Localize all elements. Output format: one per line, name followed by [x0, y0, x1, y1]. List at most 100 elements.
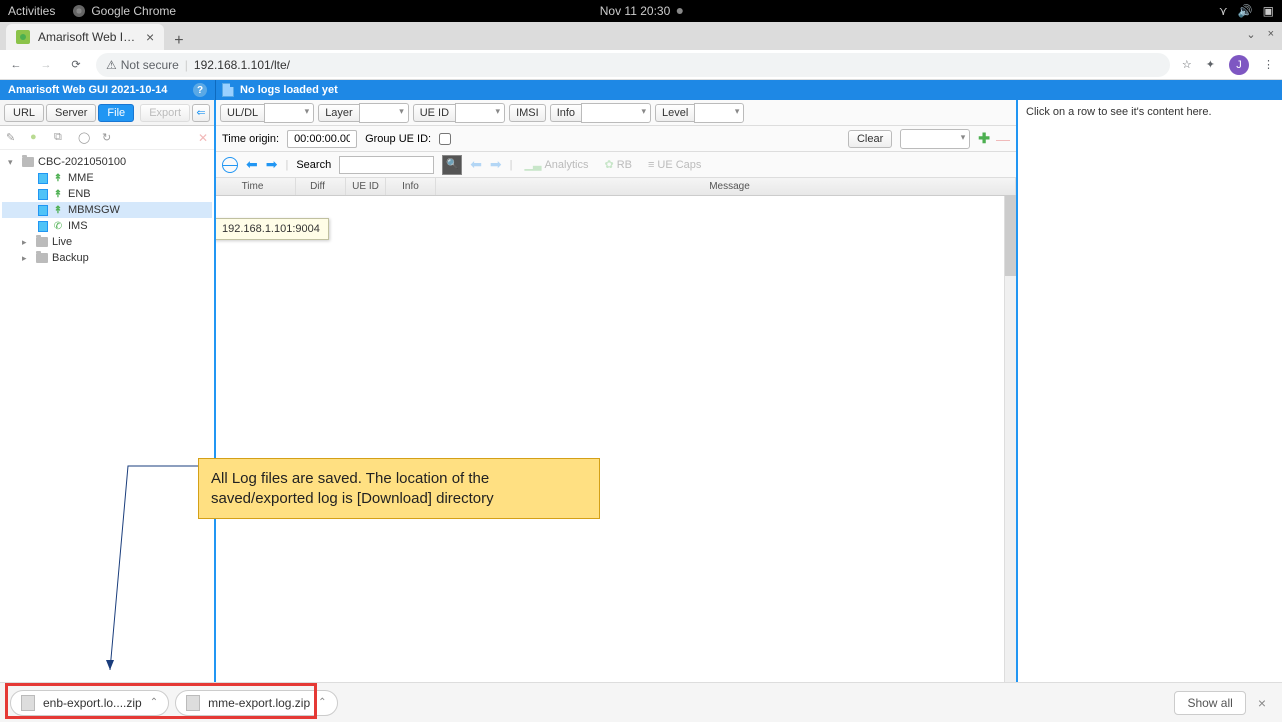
col-time[interactable]: Time: [216, 178, 296, 195]
globe-icon[interactable]: [222, 157, 238, 173]
address-bar[interactable]: ⚠ Not secure | 192.168.1.101/lte/: [96, 53, 1170, 77]
wifi-icon[interactable]: ⋎: [1219, 4, 1228, 18]
tree-label-ims: IMS: [68, 220, 88, 232]
zip-file-icon: [21, 695, 35, 711]
vertical-scrollbar[interactable]: [1004, 196, 1016, 702]
search-bar: ⬅ ➡ | Search 🔍 ⬅ ➡ | ▁▃Analytics ✿RB ≡UE…: [216, 152, 1016, 178]
new-tab-button[interactable]: +: [164, 32, 193, 50]
app-title-bar: Amarisoft Web GUI 2021-10-14 ?: [0, 80, 216, 100]
filter-level[interactable]: Level: [655, 103, 744, 123]
tree-root[interactable]: ▾ CBC-2021050100: [2, 154, 212, 170]
search-prev-icon[interactable]: ⬅: [246, 156, 258, 173]
server-icon: [38, 205, 48, 216]
filter-info-label: Info: [550, 104, 581, 122]
filter-extra-select[interactable]: [900, 129, 970, 149]
wand-icon[interactable]: ✎: [6, 131, 20, 145]
window-close-icon[interactable]: ×: [1268, 28, 1274, 41]
extensions-icon[interactable]: ✦: [1206, 58, 1215, 71]
close-downloads-icon[interactable]: ×: [1252, 695, 1272, 711]
show-all-downloads-button[interactable]: Show all: [1174, 691, 1245, 715]
url-button[interactable]: URL: [4, 104, 44, 122]
search-next-icon[interactable]: ➡: [266, 156, 278, 173]
refresh-tree-icon[interactable]: ↻: [102, 131, 116, 145]
download-item-1[interactable]: enb-export.lo....zip ⌃: [10, 690, 169, 716]
collapse-icon[interactable]: ▾: [8, 157, 18, 168]
circle-icon[interactable]: ◯: [78, 131, 92, 145]
nav-reload-icon[interactable]: ⟳: [68, 57, 84, 73]
tree-node-enb[interactable]: ↟ ENB: [2, 186, 212, 202]
chrome-icon: [73, 5, 85, 17]
filter-layer-select[interactable]: [359, 103, 409, 123]
source-toolbar: URL Server File Export ⇐: [0, 100, 214, 126]
tree-node-mbmsgw[interactable]: ↟ MBMSGW: [2, 202, 212, 218]
close-tree-icon[interactable]: ✕: [198, 131, 208, 145]
app-title: Amarisoft Web GUI 2021-10-14: [8, 84, 167, 96]
filter-layer[interactable]: Layer: [318, 103, 409, 123]
search-input[interactable]: [339, 156, 434, 174]
server-button[interactable]: Server: [46, 104, 96, 122]
nav-back-icon[interactable]: ←: [8, 57, 24, 73]
time-origin-input[interactable]: [287, 130, 357, 148]
chevron-up-icon[interactable]: ⌃: [150, 697, 158, 708]
folder-icon: [36, 237, 48, 247]
browser-menu-icon[interactable]: ⋮: [1263, 58, 1274, 71]
window-minimize-icon[interactable]: ⌄: [1246, 28, 1255, 41]
tree-toolbar: ✎ ● ⧉ ◯ ↻ ✕: [0, 126, 214, 150]
chevron-up-icon[interactable]: ⌃: [318, 697, 326, 708]
circle-green-icon[interactable]: ●: [30, 131, 44, 145]
col-message[interactable]: Message: [436, 178, 1016, 195]
tree-node-ims[interactable]: ✆ IMS: [2, 218, 212, 234]
filter-uldl[interactable]: UL/DL: [220, 103, 314, 123]
active-app-indicator[interactable]: Google Chrome: [73, 4, 176, 18]
col-info[interactable]: Info: [386, 178, 436, 195]
filter-uldl-label: UL/DL: [220, 104, 264, 122]
col-diff[interactable]: Diff: [296, 178, 346, 195]
filter-ueid[interactable]: UE ID: [413, 103, 505, 123]
filter-info[interactable]: Info: [550, 103, 651, 123]
tree-node-mme[interactable]: ↟ MME: [2, 170, 212, 186]
server-icon: [38, 173, 48, 184]
ue-caps-button: ≡UE Caps: [644, 159, 705, 171]
profile-avatar[interactable]: J: [1229, 55, 1249, 75]
tab-favicon-icon: [16, 30, 30, 44]
col-ueid[interactable]: UE ID: [346, 178, 386, 195]
filter-ueid-select[interactable]: [455, 103, 505, 123]
tree-label-backup: Backup: [52, 252, 89, 264]
expand-icon[interactable]: ▸: [22, 237, 32, 248]
tab-close-icon[interactable]: ×: [146, 29, 154, 45]
download-filename-2: mme-export.log.zip: [208, 696, 310, 710]
filter-level-select[interactable]: [694, 103, 744, 123]
tree-node-backup[interactable]: ▸ Backup: [2, 250, 212, 266]
security-indicator[interactable]: ⚠ Not secure: [106, 58, 179, 72]
detail-hint: Click on a row to see it's content here.: [1026, 106, 1212, 118]
warning-icon: ⚠: [106, 58, 117, 72]
clock[interactable]: Nov 11 20:30: [600, 4, 683, 18]
bookmark-star-icon[interactable]: ☆: [1182, 58, 1192, 71]
filter-info-select[interactable]: [581, 103, 651, 123]
add-icon[interactable]: ✚: [978, 130, 990, 147]
group-ueid-checkbox[interactable]: [439, 133, 451, 145]
activities-button[interactable]: Activities: [8, 4, 55, 18]
arrow-up-icon: ↟: [52, 204, 64, 216]
expand-icon[interactable]: ▸: [22, 253, 32, 264]
file-button[interactable]: File: [98, 104, 134, 122]
file-tree: ▾ CBC-2021050100 ↟ MME ↟ ENB ↟ MBMSGW: [0, 150, 214, 690]
rb-button: ✿RB: [600, 158, 636, 171]
zip-file-icon: [186, 695, 200, 711]
search-go-icon[interactable]: 🔍: [442, 155, 462, 175]
volume-icon[interactable]: 🔊: [1238, 4, 1253, 18]
filter-uldl-select[interactable]: [264, 103, 314, 123]
clear-button[interactable]: Clear: [848, 130, 892, 148]
document-icon: [222, 83, 234, 97]
filter-imsi-button[interactable]: IMSI: [509, 104, 546, 122]
browser-tab[interactable]: Amarisoft Web Interface ×: [6, 24, 164, 50]
address-tooltip: 192.168.1.101:9004: [216, 218, 329, 240]
download-item-2[interactable]: mme-export.log.zip ⌃: [175, 690, 337, 716]
import-icon[interactable]: ⇐: [192, 104, 210, 122]
lock-icon[interactable]: ▣: [1263, 4, 1274, 18]
analytics-button: ▁▃Analytics: [521, 158, 593, 171]
tree-node-live[interactable]: ▸ Live: [2, 234, 212, 250]
filter-level-label: Level: [655, 104, 694, 122]
copy-icon[interactable]: ⧉: [54, 131, 68, 145]
help-icon[interactable]: ?: [193, 83, 207, 97]
